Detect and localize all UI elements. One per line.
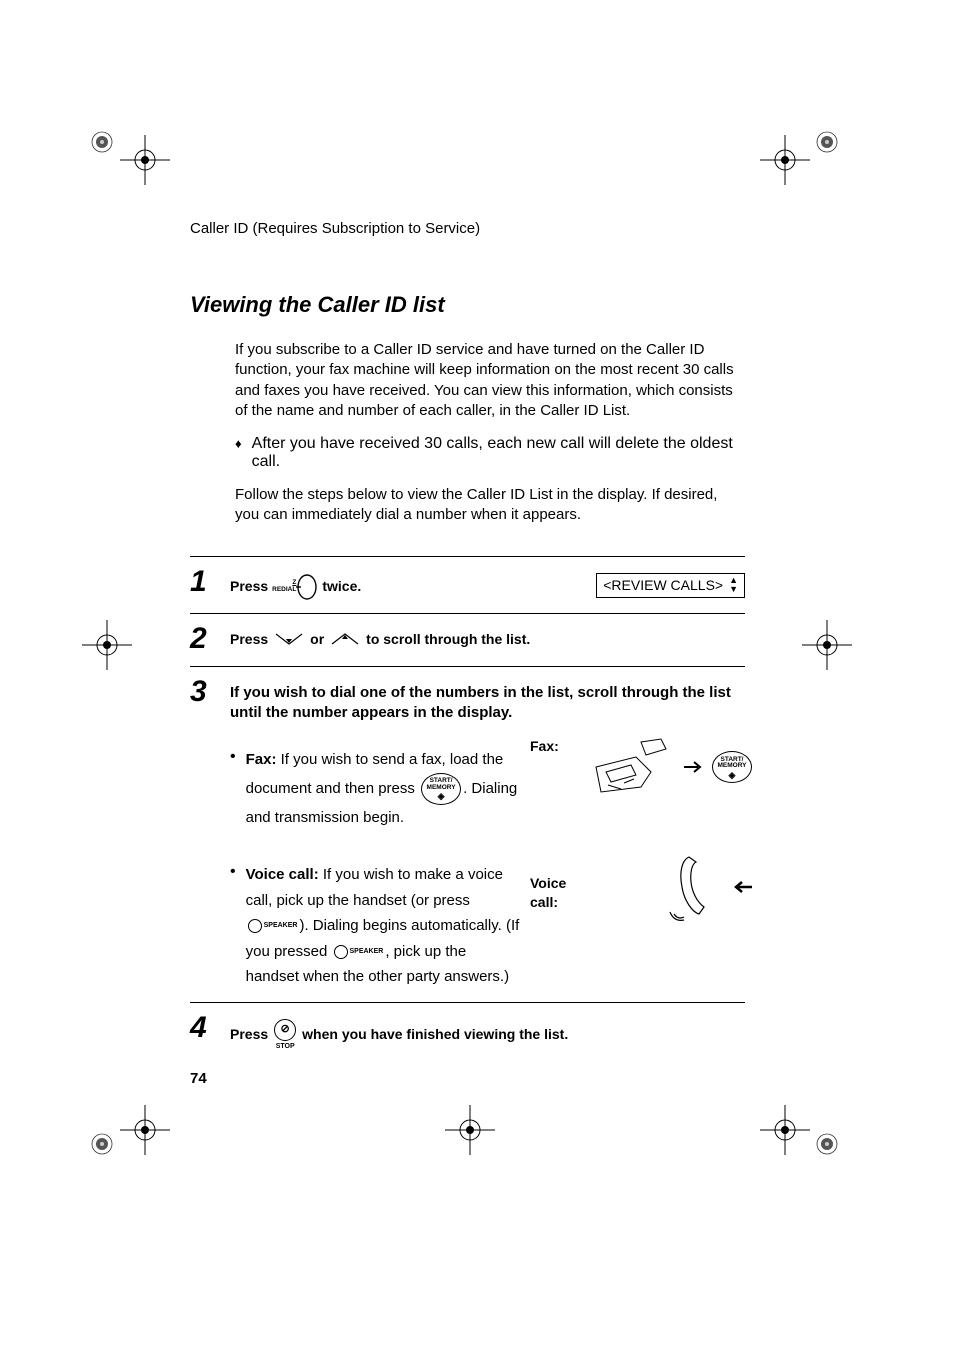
fax-illustration: START/ MEMORY ◈ [586,737,752,797]
step4-rest: when you have finished viewing the list. [302,1025,568,1044]
step-num-1: 1 [190,567,218,597]
regmark-br [760,1105,810,1155]
step-num-4: 4 [190,1013,218,1043]
step-1: 1 Press Z REDIAL [190,557,745,614]
fax-text-a: If you wish to send a fax, load the [281,751,504,768]
speaker-button-icon: SPEAKER [334,945,384,959]
fax-text-b: document and then press [246,779,415,796]
intro-p2: Follow the steps below to view the Calle… [235,485,745,526]
fax-side-label: Fax: [530,737,576,756]
intro-bullet-text: After you have received 30 calls, each n… [252,435,745,471]
bullet-dot-icon: • [230,862,236,990]
redial-button-icon: Z REDIAL [272,573,318,601]
step3-lead: If you wish to dial one of the numbers i… [230,683,752,724]
start-memory-button-icon: START/ MEMORY ◈ [421,773,461,805]
intro-p1: If you subscribe to a Caller ID service … [235,340,745,421]
section-title: Viewing the Caller ID list [190,292,745,318]
regmark-mr [802,620,852,670]
regmark-bc [445,1105,495,1155]
lcd-display: <REVIEW CALLS> ▲▼ [596,573,745,598]
down-scroll-icon [274,630,304,648]
step-3: 3 If you wish to dial one of the numbers… [190,667,745,1003]
start-memory-button-icon: START/ MEMORY ◈ [712,751,752,783]
regmark-tr [760,135,810,185]
step-2: 2 Press or to scroll through the list. [190,614,745,667]
cornermark-bl [90,1132,114,1156]
step4-press: Press [230,1025,268,1044]
speaker-button-icon: SPEAKER [248,919,298,933]
intro-bullet: ♦ After you have received 30 calls, each… [235,435,745,471]
regmark-bl [120,1105,170,1155]
voice-text-b: ). Dialing begins automatically. [299,917,501,934]
steps-list: 1 Press Z REDIAL [190,556,745,1063]
lcd-arrows-icon: ▲▼ [729,576,738,594]
cornermark-tl [90,130,114,154]
page-content: Caller ID (Requires Subscription to Serv… [190,220,745,1063]
voice-label: Voice call: [246,866,319,883]
voice-side-label-2: call: [530,893,576,912]
step-num-2: 2 [190,624,218,654]
cornermark-br [815,1132,839,1156]
step-4: 4 Press ⊘ STOP when you have finished vi… [190,1003,745,1063]
diamond-icon: ♦ [235,435,242,471]
step2-rest: to scroll through the list. [366,630,530,649]
up-scroll-icon [330,630,360,648]
arrow-right-icon [684,760,704,774]
step2-press: Press [230,630,268,649]
fax-label: Fax: [246,751,277,768]
stop-button-icon: ⊘ STOP [274,1019,296,1051]
bullet-dot-icon: • [230,747,236,830]
step2-or: or [310,630,324,649]
lcd-text: <REVIEW CALLS> [603,576,723,595]
step-num-3: 3 [190,677,218,707]
cornermark-tr [815,130,839,154]
running-header: Caller ID (Requires Subscription to Serv… [190,220,745,237]
voice-side-label-1: Voice [530,874,576,893]
regmark-ml [82,620,132,670]
intro-block: If you subscribe to a Caller ID service … [235,340,745,526]
page-number: 74 [190,1070,207,1087]
arrow-left-icon [732,880,752,894]
fax-text-c: . [463,779,467,796]
handset-illustration [586,852,752,922]
regmark-tl [120,135,170,185]
step1-press: Press [230,577,268,596]
step1-twice: twice. [322,577,361,596]
